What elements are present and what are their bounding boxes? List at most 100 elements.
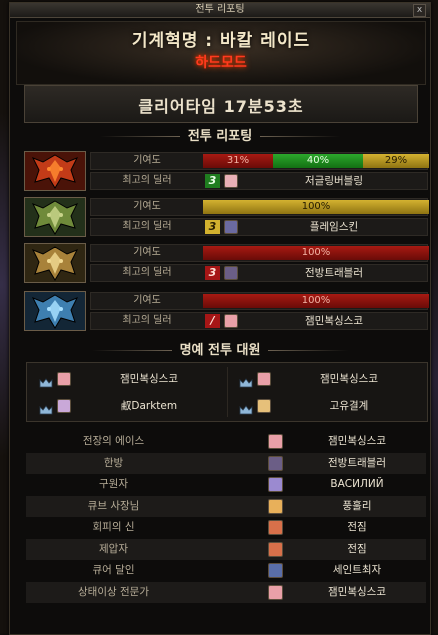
honor-title: 명예 전투 대원 xyxy=(179,343,261,358)
award-player-name: 잼민복싱스코 xyxy=(328,585,386,598)
clear-time: 클리어타임 17분53초 xyxy=(138,97,304,116)
best-dealer-label: 최고의 딜러 xyxy=(122,175,172,186)
green-dragon-boss-icon xyxy=(24,197,86,237)
ornament-left xyxy=(91,350,172,351)
award-row: 제압자 전짐 xyxy=(26,538,426,560)
award-title: 한방 xyxy=(103,456,124,469)
honor-members-panel: 잼민복싱스코 잼민복싱스코 㕟Darktem 고유결계 xyxy=(26,362,428,422)
award-player-name: 전방트래블러 xyxy=(328,456,386,469)
boss-entry: 기여도 100% 최고의 딜러 3 플레임스킨 xyxy=(24,197,429,237)
award-title: 구원자 xyxy=(99,478,128,490)
contribution-bar-segment: 100% xyxy=(203,200,429,214)
rank-badge: 3 xyxy=(205,174,220,188)
best-dealer-row: 최고의 딜러 3 플레임스킨 xyxy=(90,218,428,236)
boss-entry: 기여도 100% 최고의 딜러 3 전방트래블러 xyxy=(24,243,429,283)
award-title: 큐어 달인 xyxy=(92,564,135,576)
award-row: 회피의 신 전짐 xyxy=(26,517,426,538)
avatar[interactable] xyxy=(268,520,283,535)
contribution-bar-segment: 40% xyxy=(273,154,363,168)
rank-badge: 3 xyxy=(205,266,220,280)
avatar[interactable] xyxy=(224,314,238,328)
best-dealer-row: 최고의 딜러 3 저글링버블링 xyxy=(90,172,428,190)
best-dealer-label: 최고의 딜러 xyxy=(122,221,172,232)
avatar[interactable] xyxy=(268,477,283,492)
battle-report-window: 전투 리포팅 x 기계혁명 : 바칼 레이드 하드모드 클리어타임 17분53초… xyxy=(9,2,431,635)
battle-report-title: 전투 리포팅 xyxy=(187,129,253,144)
honor-member-name: 잼민복싱스코 xyxy=(120,373,178,385)
gold-dragon-boss-icon xyxy=(24,243,86,283)
award-row: 전장의 에이스 잼민복싱스코 xyxy=(26,431,426,452)
avatar[interactable] xyxy=(268,434,283,449)
award-player-name: 세인트최자 xyxy=(332,564,382,576)
award-player-name: 풍훌리 xyxy=(342,499,372,512)
crown-icon xyxy=(39,400,53,415)
best-dealer-name: 잼민복싱스코 xyxy=(305,315,363,327)
blue-dragon-boss-icon xyxy=(24,291,86,331)
honor-member-name: 㕟Darktem xyxy=(120,400,178,412)
award-row: 한방 전방트래블러 xyxy=(26,452,426,474)
best-dealer-label: 최고의 딜러 xyxy=(122,267,172,278)
award-title: 제압자 xyxy=(99,542,128,555)
contribution-row: 기여도 100% xyxy=(90,292,429,310)
rank-badge: / xyxy=(205,314,220,328)
boss-entry: 기여도 31% 40% 29% 최고의 딜러 3 저글링버블링 xyxy=(24,151,429,191)
avatar[interactable] xyxy=(268,584,283,600)
contribution-row: 기여도 31% 40% 29% xyxy=(90,152,429,170)
crown-icon xyxy=(239,373,253,388)
avatar[interactable] xyxy=(268,563,283,578)
award-row: 큐브 사장님 풍훌리 xyxy=(26,495,426,517)
honor-member[interactable]: 잼민복싱스코 xyxy=(227,367,423,391)
ornament-left xyxy=(99,136,180,137)
battle-report-heading: 전투 리포팅 xyxy=(10,125,430,144)
contribution-label: 기여도 xyxy=(133,201,161,212)
raid-header: 기계혁명 : 바칼 레이드 하드모드 xyxy=(16,21,426,85)
best-dealer-name: 저글링버블링 xyxy=(305,175,363,187)
honor-member-name: 고유결계 xyxy=(329,400,369,412)
award-row: 상태이상 전문가 잼민복싱스코 xyxy=(26,581,426,603)
difficulty-mode: 하드모드 xyxy=(195,55,247,71)
clear-time-panel: 클리어타임 17분53초 xyxy=(24,85,418,123)
ornament-right xyxy=(268,350,349,351)
best-dealer-name: 전방트래블러 xyxy=(305,267,363,279)
best-dealer-label: 최고의 딜러 xyxy=(122,315,172,326)
honor-member[interactable]: 잼민복싱스코 xyxy=(27,367,223,391)
award-title: 회피의 신 xyxy=(92,521,135,533)
award-title: 전장의 에이스 xyxy=(82,435,145,447)
best-dealer-row: 최고의 딜러 / 잼민복싱스코 xyxy=(90,312,428,330)
honor-member-name: 잼민복싱스코 xyxy=(320,373,378,385)
contribution-label: 기여도 xyxy=(133,155,161,166)
contribution-bar-segment: 31% xyxy=(203,154,273,168)
title-bar[interactable]: 전투 리포팅 x xyxy=(10,3,430,18)
red-dragon-boss-icon xyxy=(24,151,86,191)
award-row: 큐어 달인 세인트최자 xyxy=(26,560,426,581)
ornament-right xyxy=(260,136,341,137)
award-player-name: 전짐 xyxy=(347,542,367,555)
avatar xyxy=(57,399,71,413)
award-player-name: 잼민복싱스코 xyxy=(328,435,386,447)
award-title: 상태이상 전문가 xyxy=(78,585,149,598)
avatar xyxy=(57,372,71,386)
avatar xyxy=(257,399,271,413)
honor-member[interactable]: 고유결계 xyxy=(227,394,423,418)
rank-badge: 3 xyxy=(205,220,220,234)
avatar[interactable] xyxy=(224,220,238,234)
contribution-bar-segment: 100% xyxy=(203,246,429,260)
contribution-row: 기여도 100% xyxy=(90,198,429,216)
avatar[interactable] xyxy=(268,455,283,471)
avatar[interactable] xyxy=(224,174,238,188)
avatar[interactable] xyxy=(268,498,283,514)
award-player-name: 전짐 xyxy=(347,521,367,533)
crown-icon xyxy=(239,400,253,415)
honor-member[interactable]: 㕟Darktem xyxy=(27,394,223,418)
contribution-row: 기여도 100% xyxy=(90,244,429,262)
avatar xyxy=(257,372,271,386)
raid-title: 기계혁명 : 바칼 레이드 xyxy=(131,31,311,51)
contribution-bar-segment: 100% xyxy=(203,294,429,308)
honor-heading: 명예 전투 대원 xyxy=(10,339,430,358)
close-button[interactable]: x xyxy=(413,4,426,17)
avatar[interactable] xyxy=(224,266,238,280)
award-title: 큐브 사장님 xyxy=(87,499,140,512)
best-dealer-name: 플레임스킨 xyxy=(309,221,359,233)
contribution-bar-segment: 29% xyxy=(363,154,429,168)
avatar[interactable] xyxy=(268,541,283,557)
